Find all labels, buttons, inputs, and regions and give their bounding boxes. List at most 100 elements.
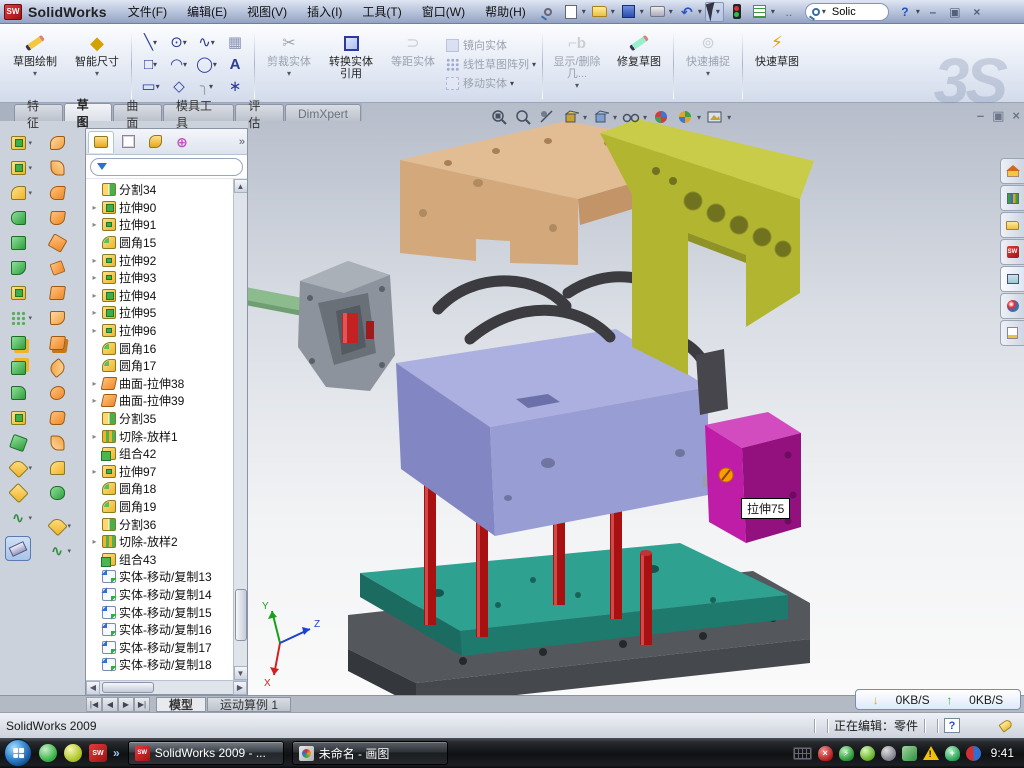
tree-item[interactable]: 实体-移动/复制14: [90, 586, 233, 604]
search-dropdown[interactable]: ▾: [822, 7, 826, 16]
tool-button[interactable]: ∿▾: [5, 505, 31, 530]
expander-icon[interactable]: ▸: [90, 291, 99, 300]
tree-item[interactable]: ▸拉伸95: [90, 304, 233, 322]
tree-item[interactable]: ▸拉伸93: [90, 269, 233, 287]
toolbar-overflow[interactable]: ..: [779, 3, 799, 21]
tree-item[interactable]: ▸拉伸92: [90, 251, 233, 269]
solidworks-search-tab[interactable]: SW: [1000, 239, 1024, 265]
graphics-viewport[interactable]: Y Z X ▾ ▾ ▾ ▾ ▾ – ▣ ×: [248, 103, 1024, 695]
open-button[interactable]: [590, 3, 610, 21]
tag-icon[interactable]: [999, 718, 1014, 732]
tool-button[interactable]: [5, 405, 31, 430]
apply-scene-dropdown[interactable]: ▾: [697, 113, 701, 122]
tool-button[interactable]: [44, 280, 70, 305]
line-tool-icon[interactable]: ╲▾: [137, 31, 165, 53]
tree-item[interactable]: ▸拉伸90: [90, 199, 233, 217]
tree-item[interactable]: 实体-移动/复制17: [90, 638, 233, 656]
tray-sync-icon[interactable]: [966, 746, 981, 761]
start-button[interactable]: [4, 739, 32, 767]
save-button[interactable]: [619, 3, 639, 21]
menu-window[interactable]: 窗口(W): [413, 1, 474, 22]
help-button[interactable]: ?: [895, 4, 915, 20]
tree-item[interactable]: 圆角18: [90, 480, 233, 498]
expander-icon[interactable]: ▸: [90, 273, 99, 282]
zoom-area-icon[interactable]: [512, 107, 534, 127]
tree-item[interactable]: 分割34: [90, 181, 233, 199]
search-box[interactable]: ▾: [805, 3, 889, 21]
tool-button[interactable]: [5, 480, 31, 505]
tool-button[interactable]: [5, 430, 31, 455]
tool-button[interactable]: ∿▾: [44, 538, 70, 563]
tab-surfaces[interactable]: 曲面: [113, 104, 162, 121]
tool-button[interactable]: ▾: [5, 155, 31, 180]
tool-button[interactable]: ▾: [5, 305, 31, 330]
panel-expand-chevron[interactable]: »: [239, 136, 245, 148]
quicklaunch-orb-icon[interactable]: [64, 744, 82, 762]
tray-network-icon[interactable]: [902, 746, 917, 761]
tree-item[interactable]: 分割35: [90, 410, 233, 428]
tray-antivirus-icon[interactable]: ×: [818, 746, 833, 761]
expander-icon[interactable]: ▸: [90, 203, 99, 212]
tree-item[interactable]: 实体-移动/复制15: [90, 603, 233, 621]
tab-sketch[interactable]: 草图: [64, 103, 113, 121]
tool-button[interactable]: [44, 430, 70, 455]
quick-snaps-button[interactable]: ⊚ 快速捕捉▾: [678, 27, 738, 101]
tool-button[interactable]: [5, 380, 31, 405]
quick-tips-button[interactable]: ?: [944, 718, 960, 733]
tool-button[interactable]: [5, 330, 31, 355]
tree-item[interactable]: ▸切除-放样2: [90, 533, 233, 551]
quicklaunch-solidworks-icon[interactable]: SW: [89, 744, 107, 762]
search-input[interactable]: [830, 5, 882, 19]
expander-icon[interactable]: ▸: [90, 432, 99, 441]
featuremanager-tree-tab[interactable]: [88, 131, 114, 153]
tree-item[interactable]: ▸拉伸97: [90, 463, 233, 481]
tree-item[interactable]: ▸拉伸96: [90, 322, 233, 340]
expander-icon[interactable]: ▸: [90, 220, 99, 229]
hide-show-dropdown[interactable]: ▾: [643, 113, 647, 122]
tree-item[interactable]: 分割36: [90, 515, 233, 533]
open-dropdown[interactable]: ▾: [611, 7, 615, 16]
tray-medal-icon[interactable]: [860, 746, 875, 761]
tab-features[interactable]: 特征: [14, 104, 63, 121]
section-view-icon[interactable]: [536, 107, 558, 127]
tree-filter-input[interactable]: [90, 158, 243, 176]
quicklaunch-messenger-icon[interactable]: [39, 744, 57, 762]
tree-item[interactable]: ▸切除-放样1: [90, 427, 233, 445]
zoom-fit-icon[interactable]: [488, 107, 510, 127]
view-palette-tab[interactable]: [1000, 266, 1024, 292]
tool-button[interactable]: [44, 355, 70, 380]
edit-appearance-icon[interactable]: [650, 107, 672, 127]
first-tab-button[interactable]: |◀: [86, 697, 102, 712]
tool-button[interactable]: [44, 455, 70, 480]
options-dropdown[interactable]: ▾: [771, 7, 775, 16]
sketch-fillet-icon[interactable]: ╮▾: [193, 75, 221, 97]
rapid-sketch-button[interactable]: ⚡ 快速草图: [747, 27, 807, 101]
help-dropdown[interactable]: ▾: [916, 7, 920, 16]
view-settings-dropdown[interactable]: ▾: [727, 113, 731, 122]
menu-edit[interactable]: 编辑(E): [178, 1, 236, 22]
menu-tools[interactable]: 工具(T): [353, 1, 410, 22]
new-dropdown[interactable]: ▾: [582, 7, 586, 16]
motion-study-tab[interactable]: 运动算例 1: [207, 697, 291, 712]
scroll-up-button[interactable]: ▲: [234, 179, 248, 193]
mirror-entities-button[interactable]: 镜向实体: [446, 37, 537, 53]
scrollbar-thumb[interactable]: [102, 682, 154, 693]
undo-dropdown[interactable]: ▾: [698, 7, 702, 16]
last-tab-button[interactable]: ▶|: [134, 697, 150, 712]
rebuild-button[interactable]: [727, 3, 747, 21]
custom-properties-tab[interactable]: [1000, 320, 1024, 346]
tree-item[interactable]: 组合43: [90, 550, 233, 568]
menu-view[interactable]: 视图(V): [238, 1, 296, 22]
tree-item[interactable]: 组合42: [90, 445, 233, 463]
view-settings-icon[interactable]: [704, 107, 726, 127]
view-orientation-dropdown[interactable]: ▾: [583, 113, 587, 122]
tool-button[interactable]: ▾: [5, 455, 31, 480]
tool-button[interactable]: [44, 480, 70, 505]
sketch-draw-button[interactable]: 草图绘制▾: [5, 27, 65, 101]
tool-button[interactable]: [44, 205, 70, 230]
expander-icon[interactable]: ▸: [90, 537, 99, 546]
tool-button[interactable]: [5, 280, 31, 305]
resources-home-tab[interactable]: [1000, 158, 1024, 184]
circle-tool-icon[interactable]: ⊙▾: [165, 31, 193, 53]
tab-evaluate[interactable]: 评估: [235, 104, 284, 121]
